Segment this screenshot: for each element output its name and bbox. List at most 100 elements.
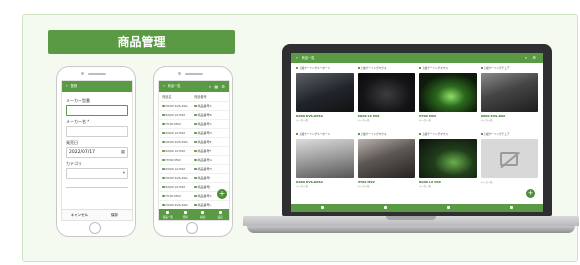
- card-category: 上級ゲーミングキーボード: [296, 133, 354, 137]
- no-image-icon: [500, 151, 519, 166]
- card-maker: メーカー名: [296, 185, 308, 188]
- nav-item-list[interactable]: [291, 204, 354, 212]
- list-header: 商品名 商品番号: [159, 92, 229, 102]
- nav-item-search[interactable]: [417, 204, 480, 212]
- appbar-action-icons[interactable]: ⌕ ▦ ⚙: [209, 81, 226, 92]
- camera-icon: [178, 72, 181, 75]
- card-category: 上級ゲーミングマウス: [358, 133, 416, 137]
- product-name: RQ00 LX P0X: [162, 131, 194, 135]
- appbar-action-icons[interactable]: ⌕ ⚙: [525, 53, 538, 63]
- list-item[interactable]: DX00 KVS-R0A 商品番号E: [159, 138, 229, 147]
- laptop-appbar-title: 商品一覧: [301, 56, 315, 60]
- phone-screen: ← 登録 メーカー型番 メーカー名 * 発売日 2022/07/17 ▦ カテゴリ…: [61, 80, 133, 221]
- product-photo: [419, 139, 477, 178]
- product-name: DX00 KVS-R0A: [162, 104, 194, 108]
- product-name: DX00 KVS-R0A: [162, 203, 194, 207]
- back-arrow-icon[interactable]: ←: [163, 81, 166, 92]
- release-date-input[interactable]: 2022/07/17 ▦: [66, 147, 128, 158]
- list-item[interactable]: HY00 MSV 商品番号G: [159, 156, 229, 165]
- product-photo: [296, 139, 354, 178]
- add-fab-button[interactable]: +: [217, 189, 227, 199]
- product-number: 商品番号F: [194, 149, 226, 153]
- product-card[interactable]: 上級ゲーミングマウス RQ00 LX P0X メーカー名: [419, 133, 477, 195]
- product-photo: [480, 139, 538, 178]
- speaker-grille: [185, 73, 203, 75]
- product-number: 商品番号L: [194, 203, 226, 207]
- add-fab-button[interactable]: +: [526, 189, 535, 198]
- nav-item-search[interactable]: 検索: [194, 209, 212, 220]
- product-card[interactable]: 上級ゲーミングチェア メーカー名: [480, 133, 538, 195]
- list-item[interactable]: RQ00 LX P0X 商品番号H: [159, 165, 229, 174]
- list-icon: [166, 211, 170, 214]
- nav-item-list[interactable]: 商品一覧: [159, 209, 177, 220]
- back-arrow-icon[interactable]: ←: [296, 53, 299, 63]
- gear-icon: [510, 206, 513, 209]
- product-number: 商品番号A: [194, 104, 226, 108]
- laptop-bottom-nav: [291, 204, 543, 212]
- list-item[interactable]: DX00 KVS-R0A 商品番号I: [159, 174, 229, 183]
- card-maker: メーカー名: [357, 119, 370, 122]
- list-item[interactable]: HY00 MSV 商品番号C: [159, 120, 229, 129]
- product-name: DX00 KVS-R0A: [162, 176, 194, 180]
- calendar-icon[interactable]: ▦: [121, 148, 125, 157]
- product-number: 商品番号I: [194, 176, 226, 180]
- product-card[interactable]: 上級ゲーミングマウス HY00 MSV メーカー名: [419, 67, 477, 129]
- nav-item-register[interactable]: 登録: [177, 209, 195, 220]
- product-name: RQ00 LX P0X: [162, 185, 194, 189]
- category-select[interactable]: ▾: [66, 168, 128, 179]
- maker-name-input[interactable]: [66, 126, 128, 137]
- laptop-base: [243, 216, 579, 238]
- nav-item-register[interactable]: [354, 204, 417, 212]
- product-card[interactable]: 上級ゲーミングキーボード DX00 KVS-R0SA メーカー名: [296, 133, 354, 195]
- list-item[interactable]: RQ00 LX P0X 商品番号D: [159, 129, 229, 138]
- model-number-input[interactable]: [66, 105, 128, 116]
- product-number: 商品番号G: [194, 158, 226, 162]
- registration-form: メーカー型番 メーカー名 * 発売日 2022/07/17 ▦ カテゴリ ▾: [62, 92, 132, 191]
- product-photo: [480, 73, 538, 112]
- card-maker: メーカー名: [419, 119, 431, 122]
- title-banner: 商品管理: [48, 30, 235, 54]
- laptop-notch: [386, 216, 436, 220]
- product-number: 商品番号C: [194, 122, 226, 126]
- add-icon: [384, 206, 387, 209]
- product-photo: [296, 73, 354, 112]
- list-item[interactable]: RQ00 LX P0X 商品番号F: [159, 147, 229, 156]
- field-label: 発売日: [66, 140, 78, 145]
- bottom-nav: 商品一覧 登録 検索 設定: [159, 209, 229, 220]
- back-arrow-icon[interactable]: ←: [66, 81, 69, 92]
- product-name: RQ00 LX P0X: [162, 113, 194, 117]
- product-number: 商品番号H: [194, 167, 226, 171]
- list-item[interactable]: RQ00 LX P0X 商品番号B: [159, 111, 229, 120]
- phone-appbar-title: 登録: [70, 84, 78, 88]
- nav-item-settings[interactable]: 設定: [212, 209, 230, 220]
- form-button-bar: キャンセル 保存: [62, 209, 132, 220]
- card-category: 上級ゲーミングマウス: [358, 67, 416, 71]
- card-maker: メーカー名: [296, 119, 308, 122]
- list-icon: [321, 206, 324, 209]
- product-name: HY00 MSV: [162, 122, 194, 126]
- list-item[interactable]: DX00 KVS-R0A 商品番号A: [159, 102, 229, 111]
- nav-item-settings[interactable]: [480, 204, 543, 212]
- card-maker: メーカー名: [480, 119, 493, 122]
- card-category: 上級ゲーミングキーボード: [296, 67, 354, 71]
- phone-appbar: ← 登録: [62, 81, 132, 92]
- card-maker: メーカー名: [480, 181, 493, 184]
- product-name: HY00 MSV: [162, 194, 194, 198]
- column-header: 商品番号: [194, 95, 207, 99]
- chevron-down-icon: ▾: [122, 171, 125, 176]
- product-card[interactable]: 上級ゲーミングチェア DX00 KVS-R0A メーカー名: [480, 67, 538, 129]
- cancel-button[interactable]: キャンセル: [62, 210, 97, 220]
- product-card[interactable]: 上級ゲーミングキーボード DX00 KVS-R0SA メーカー名: [296, 67, 354, 129]
- home-button: [186, 222, 198, 234]
- product-card[interactable]: 上級ゲーミングマウス RQ00 LX P0X メーカー名: [357, 67, 416, 129]
- product-name: DX00 KVS-R0A: [162, 140, 194, 144]
- card-maker: メーカー名: [419, 185, 431, 188]
- search-icon: [447, 206, 450, 209]
- product-photo: [357, 139, 415, 178]
- save-button[interactable]: 保存: [97, 210, 132, 220]
- speaker-grille: [88, 73, 106, 75]
- product-number: 商品番号E: [194, 140, 226, 144]
- laptop-foot: [247, 226, 575, 233]
- product-card[interactable]: 上級ゲーミングマウス HY00 MSV メーカー名: [357, 133, 416, 195]
- product-name: RQ00 LX P0X: [162, 167, 194, 171]
